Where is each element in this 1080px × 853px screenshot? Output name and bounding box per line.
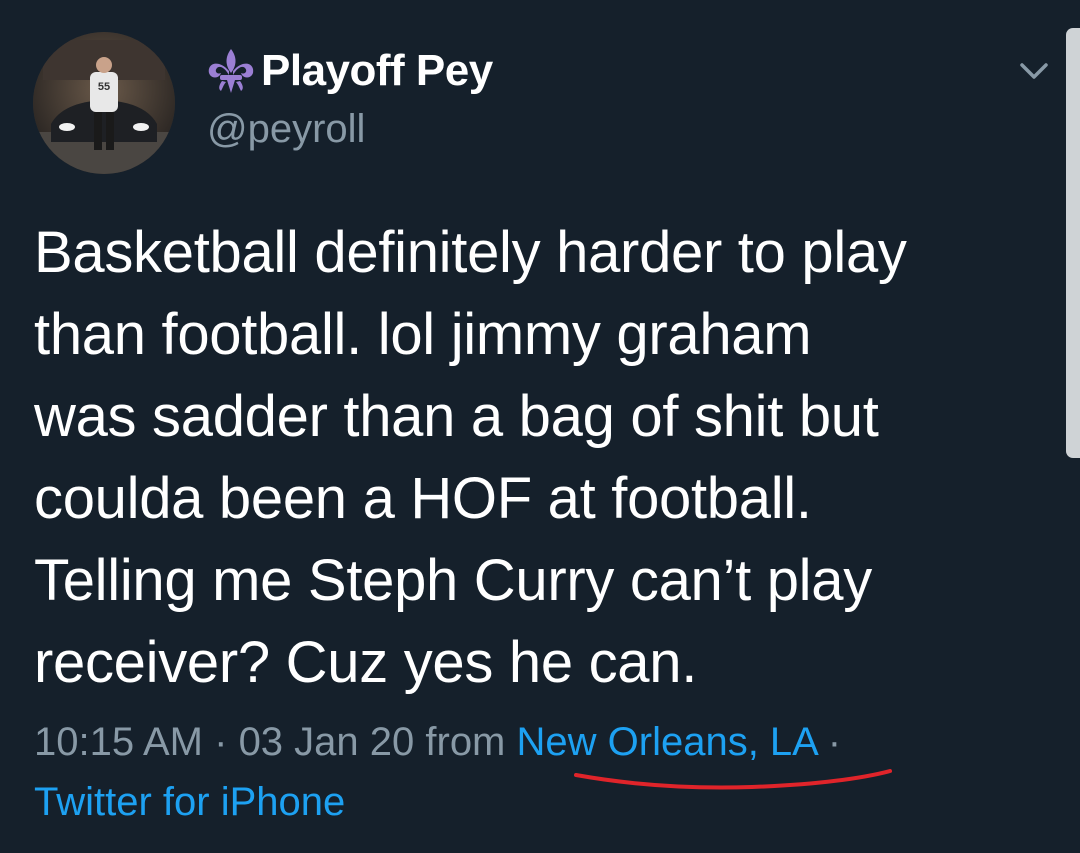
tweet-time[interactable]: 10:15 AM [34, 720, 203, 764]
meta-separator-trailing: · [816, 720, 842, 764]
avatar-jersey-number: 55 [98, 81, 110, 93]
tweet-text-line: receiver? Cuz yes he can. [34, 630, 698, 695]
tweet-text: Basketball definitely harder to play tha… [34, 212, 1044, 704]
source-link[interactable]: Twitter for iPhone [34, 780, 345, 824]
red-underline-annotation [574, 769, 892, 790]
chevron-down-icon[interactable] [1014, 56, 1054, 86]
meta-separator: · [203, 720, 239, 764]
tweet-date[interactable]: 03 Jan 20 [239, 720, 415, 764]
scrollbar[interactable] [1066, 28, 1080, 458]
tweet-source-row: Twitter for iPhone [34, 776, 345, 828]
tweet-text-line: was sadder than a bag of shit but [34, 384, 879, 449]
user-handle[interactable]: @peyroll [207, 107, 365, 152]
from-label: from [414, 720, 517, 764]
tweet-text-line: than football. lol jimmy graham [34, 302, 812, 367]
tweet-metadata: 10:15 AM · 03 Jan 20 from New Orleans, L… [34, 716, 841, 768]
display-name[interactable]: Playoff Pey [261, 46, 493, 96]
tweet-text-line: Basketball definitely harder to play [34, 220, 907, 285]
author-name-row[interactable]: Playoff Pey [205, 42, 493, 100]
avatar[interactable]: 55 [33, 32, 175, 174]
tweet-text-line: Telling me Steph Curry can’t play [34, 548, 872, 613]
location-link[interactable]: New Orleans, LA [517, 720, 817, 764]
fleur-de-lis-icon [208, 49, 254, 93]
tweet-card: 55 Playoff Pey @peyroll Basketball defin… [0, 0, 1080, 853]
tweet-text-line: coulda been a HOF at football. [34, 466, 812, 531]
avatar-photo: 55 [33, 32, 175, 174]
